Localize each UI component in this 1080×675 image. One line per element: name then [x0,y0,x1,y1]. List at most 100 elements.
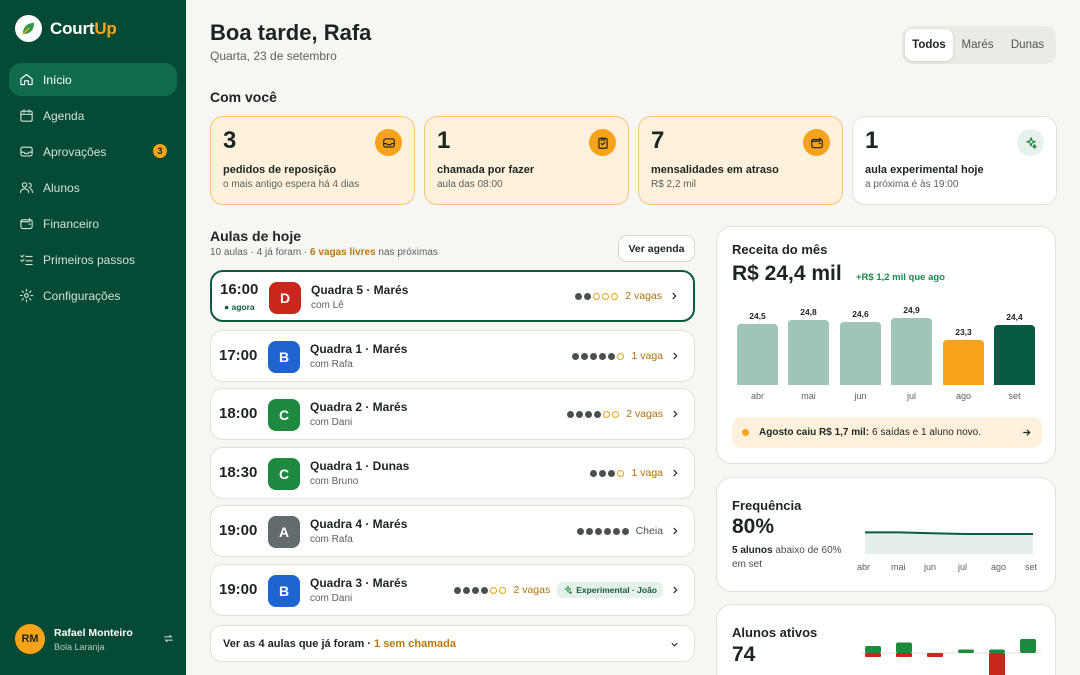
summary-card[interactable]: 1 aula experimental hoje a próxima é às 19… [852,116,1057,205]
filled-spot [472,586,480,594]
bar-value-label: 24,8 [800,307,817,317]
past-lessons-toggle[interactable]: Ver as 4 aulas que já foram · 1 sem cham… [210,625,695,662]
lesson-row[interactable]: 19:00 B Quadra 3 · Marés com Dani 2 vagas Exp… [210,564,695,616]
app-logo[interactable]: CourtUp [15,15,117,42]
clipboard-icon [589,129,616,156]
frequency-note: 5 alunos abaixo de 60% em set [732,545,842,570]
court-name: Quadra 5 · Marés [311,283,409,297]
view-agenda-button[interactable]: Ver agenda [618,235,695,262]
filled-spot [608,352,616,360]
bar-value-label: 23,3 [955,327,972,337]
revenue-title: Receita do mês [732,242,828,257]
level-badge: A [268,516,300,548]
sparkle-icon [1017,129,1044,156]
revenue-bar-set[interactable] [994,325,1035,385]
filled-spot [567,410,575,418]
sidebar-item-calendar[interactable]: Agenda [9,99,177,132]
location-filter: Todos Marés Dunas [902,26,1056,64]
teacher-name: com Bruno [310,476,359,487]
chevron-right-icon [672,292,677,300]
students-loss-bar [927,653,943,657]
sidebar-item-wallet[interactable]: Financeiro [9,207,177,240]
teacher-name: com Rafa [310,359,353,370]
sidebar-item-checklist[interactable]: Primeiros passos [9,243,177,276]
leaf-logo-icon [15,15,42,42]
sidebar-item-label: Configurações [43,288,121,303]
revenue-bar-abr[interactable] [737,324,778,385]
court-name: Quadra 4 · Marés [310,517,408,531]
sidebar-item-users[interactable]: Alunos [9,171,177,204]
sidebar-item-inbox[interactable]: Aprovações 3 [9,135,177,168]
summary-card[interactable]: 1 chamada por fazer aula das 08:00 [424,116,629,205]
summary-count: 3 [223,127,237,154]
open-spots: 1 vaga [631,467,663,479]
sidebar-item-gear[interactable]: Configurações [9,279,177,312]
inbox-icon [19,144,43,159]
level-badge: D [269,282,301,314]
user-profile[interactable]: RM Rafael Monteiro Bola Laranja [15,624,175,654]
filled-spot [590,352,598,360]
open-spots: 2 vagas [513,584,551,596]
past-lessons-label: Ver as 4 aulas que já foram · 1 sem cham… [223,638,456,650]
revenue-bar-jun[interactable] [840,322,881,385]
summary-count: 1 [865,127,879,154]
teacher-name: com Dani [310,593,353,604]
filter-dunas[interactable]: Dunas [1002,29,1053,61]
students-value: 74 [732,643,756,666]
sidebar-item-home[interactable]: Início [9,63,177,96]
chevron-right-icon [673,352,678,360]
approvals-badge: 3 [153,144,167,158]
revenue-bar-mai[interactable] [788,320,829,385]
filled-spot [572,352,580,360]
switch-account-icon[interactable] [162,632,175,645]
filter-marés[interactable]: Marés [953,29,1002,61]
filled-spot [576,527,584,535]
students-gain-bar [896,642,912,653]
teacher-name: com Dani [310,417,353,428]
month-label: jun [924,562,937,572]
bar-value-label: 24,5 [749,311,766,321]
level-badge: C [268,458,300,490]
revenue-bar-jul[interactable] [891,318,932,385]
filled-spot [581,352,589,360]
lesson-row[interactable]: 17:00 B Quadra 1 · Marés com Rafa 1 vaga [210,330,695,382]
filled-spot [481,586,489,594]
month-label: mai [891,562,906,572]
open-spot [611,292,619,300]
filled-spot [575,292,583,300]
sidebar-item-label: Aprovações [43,144,107,159]
open-spot [612,410,620,418]
students-gain-bar [865,646,881,653]
summary-card[interactable]: 7 mensalidades em atraso R$ 2,2 mil [638,116,843,205]
sidebar-item-label: Início [43,72,72,87]
arrow-right-icon [1023,429,1031,436]
revenue-bar-ago[interactable] [943,340,984,385]
summary-count: 1 [437,127,451,154]
students-loss-bar [865,653,881,657]
students-loss-bar [989,653,1005,675]
summary-card[interactable]: 3 pedidos de reposição o mais antigo esper… [210,116,415,205]
user-school: Bola Laranja [54,641,105,652]
capacity-dots [576,527,631,535]
lesson-row[interactable]: 16:00 ● agora D Quadra 5 · Marés com Lê 2 vag… [210,270,695,322]
month-label: ago [955,391,972,401]
summary-label: aula experimental hoje [865,164,984,176]
sidebar-item-label: Primeiros passos [43,252,136,267]
lesson-row[interactable]: 18:00 C Quadra 2 · Marés com Dani 2 vagas [210,388,695,440]
lesson-row[interactable]: 18:30 C Quadra 1 · Dunas com Bruno 1 vaga [210,447,695,499]
lesson-row[interactable]: 19:00 A Quadra 4 · Marés com Rafa Cheia [210,505,695,557]
filter-todos[interactable]: Todos [905,29,953,61]
students-title: Alunos ativos [732,625,818,640]
teacher-name: com Lê [311,300,344,311]
lesson-time: 18:30 [219,464,258,481]
lesson-time: 18:00 [219,405,258,422]
alert-bold: Agosto caiu R$ 1,7 mil: [759,427,870,438]
revenue-alert[interactable]: Agosto caiu R$ 1,7 mil: 6 saídas e 1 alu… [732,417,1042,448]
open-spot [603,410,611,418]
main-nav: Início Agenda Aprovações 3 Alunos Financeiro P… [9,63,177,315]
summary-label: chamada por fazer [437,164,535,176]
filled-spot [594,410,602,418]
filled-spot [576,410,584,418]
students-gain-bar [1020,639,1036,653]
capacity-dots [572,352,626,360]
